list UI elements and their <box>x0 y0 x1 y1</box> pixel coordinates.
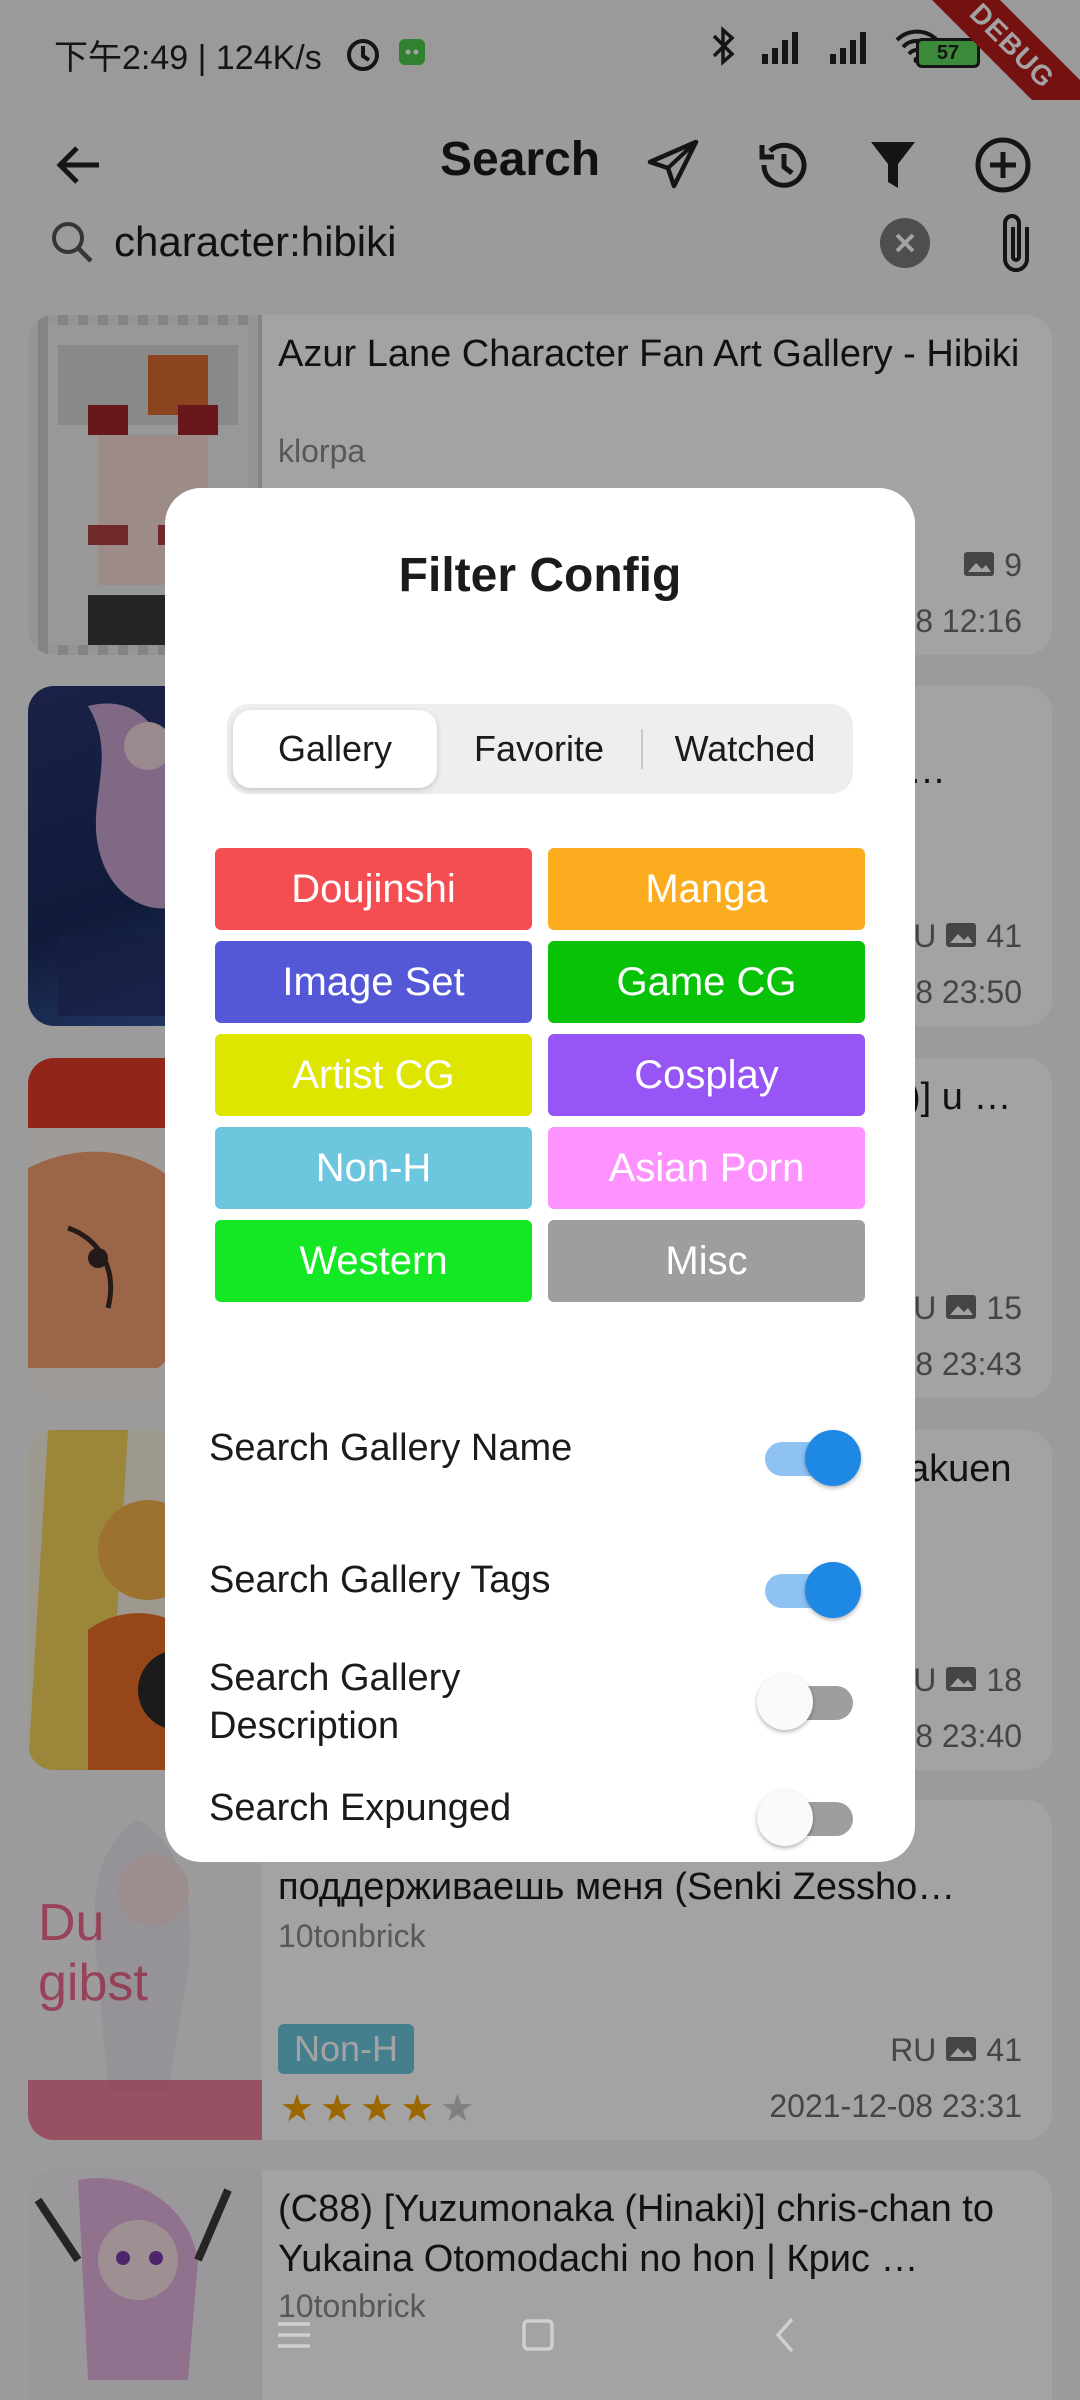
switch-thumb <box>805 1430 861 1486</box>
option-label: Search Expunged <box>209 1787 512 1829</box>
option-search-gallery-name: Search Gallery Name <box>209 1408 869 1488</box>
option-search-gallery-description: Search Gallery Description <box>209 1648 869 1758</box>
category-doujinshi-button[interactable]: Doujinshi <box>215 848 532 930</box>
option-label: Search Gallery Tags <box>209 1559 551 1601</box>
search-description-toggle[interactable] <box>757 1672 861 1732</box>
tab-gallery[interactable]: Gallery <box>233 710 437 788</box>
filter-tab-segmented-control: Gallery Favorite Watched <box>227 704 853 794</box>
category-game-cg-button[interactable]: Game CG <box>548 941 865 1023</box>
tab-favorite[interactable]: Favorite <box>437 710 641 788</box>
switch-thumb <box>757 1674 813 1730</box>
dialog-title: Filter Config <box>398 549 682 602</box>
menu-button[interactable] <box>264 2310 324 2360</box>
system-navigation-bar <box>0 2290 1080 2380</box>
switch-thumb <box>805 1562 861 1618</box>
category-cosplay-button[interactable]: Cosplay <box>548 1034 865 1116</box>
category-artist-cg-button[interactable]: Artist CG <box>215 1034 532 1116</box>
category-grid: Doujinshi Manga Image Set Game CG Artist… <box>215 848 865 1302</box>
search-expunged-toggle[interactable] <box>757 1788 861 1848</box>
square-home-icon <box>522 2319 554 2351</box>
category-misc-button[interactable]: Misc <box>548 1220 865 1302</box>
option-label: Search Gallery Description <box>209 1657 461 1747</box>
menu-icon <box>278 2322 310 2348</box>
option-search-expunged: Search Expunged <box>209 1784 869 1862</box>
category-image-set-button[interactable]: Image Set <box>215 941 532 1023</box>
search-name-toggle[interactable] <box>757 1428 861 1488</box>
system-back-button[interactable] <box>755 2310 815 2360</box>
category-asian-porn-button[interactable]: Asian Porn <box>548 1127 865 1209</box>
switch-thumb <box>757 1790 813 1846</box>
option-label: Search Gallery Name <box>209 1427 573 1469</box>
filter-config-dialog: Filter Config Gallery Favorite Watched D… <box>165 488 915 1862</box>
chevron-left-icon <box>775 2317 794 2353</box>
option-search-gallery-tags: Search Gallery Tags <box>209 1540 869 1620</box>
category-manga-button[interactable]: Manga <box>548 848 865 930</box>
tab-watched[interactable]: Watched <box>643 710 847 788</box>
search-tags-toggle[interactable] <box>757 1560 861 1620</box>
category-non-h-button[interactable]: Non-H <box>215 1127 532 1209</box>
category-western-button[interactable]: Western <box>215 1220 532 1302</box>
home-button[interactable] <box>508 2310 568 2360</box>
